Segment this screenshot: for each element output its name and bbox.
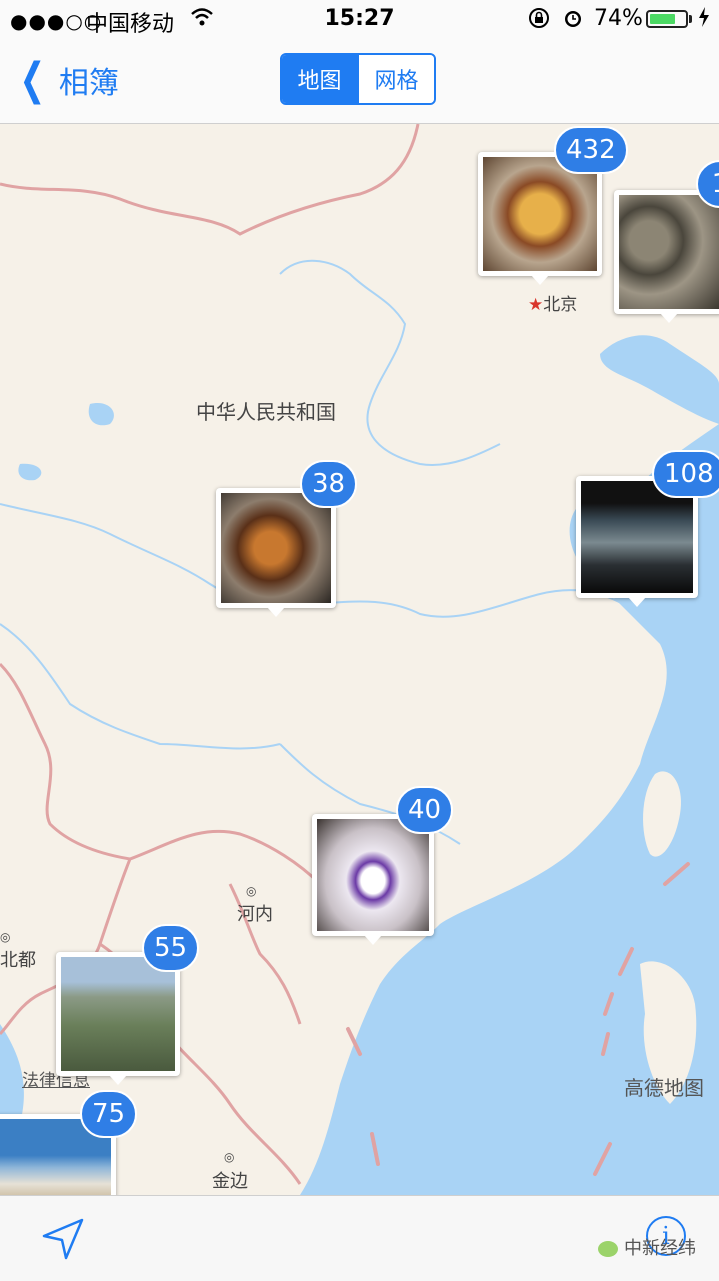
capital-star-icon: ★ bbox=[528, 295, 544, 315]
battery-percent: 74% bbox=[594, 6, 643, 31]
city-dot-icon: ◎ bbox=[224, 1150, 235, 1164]
back-button[interactable]: ❮ 相簿 bbox=[14, 58, 119, 102]
city-label-hanoi: 河内 bbox=[237, 904, 273, 925]
photo-count-badge: 432 bbox=[554, 126, 628, 174]
photo-count-badge: 55 bbox=[142, 924, 200, 972]
location-arrow-icon[interactable] bbox=[40, 1216, 86, 1266]
capital-label: ★北京 bbox=[528, 290, 577, 315]
watermark-text: 中新经纬 bbox=[624, 1238, 696, 1259]
photo-count-badge: 75 bbox=[80, 1090, 138, 1138]
navigation-bar: ❮ 相簿 地图 网格 bbox=[0, 40, 719, 124]
status-bar: ●●●○○ 中国移动 15:27 74% bbox=[0, 0, 719, 40]
city-label-partial: 北都 bbox=[0, 950, 36, 971]
battery-icon bbox=[646, 10, 688, 28]
map-view[interactable]: 中华人民共和国 ★北京 ◎ 河内 ◎ 金边 ◎ 北都 法律信息 高德地图 432… bbox=[0, 124, 719, 1200]
chevron-left-icon: ❮ bbox=[19, 54, 46, 105]
bottom-toolbar: i 中新经纬 bbox=[0, 1195, 719, 1281]
rotation-lock-icon bbox=[528, 7, 550, 34]
capital-name: 北京 bbox=[543, 295, 578, 315]
country-label: 中华人民共和国 bbox=[196, 400, 336, 424]
battery-nub bbox=[689, 15, 692, 23]
photo-count-badge: 108 bbox=[652, 450, 719, 498]
segment-map[interactable]: 地图 bbox=[282, 55, 357, 103]
city-label-phnom-penh: 金边 bbox=[212, 1171, 248, 1192]
city-dot-icon: ◎ bbox=[246, 884, 257, 898]
view-segmented-control: 地图 网格 bbox=[280, 53, 436, 105]
segment-grid[interactable]: 网格 bbox=[357, 55, 434, 103]
photo-count-badge: 38 bbox=[300, 460, 358, 508]
photo-count-badge: 40 bbox=[396, 786, 454, 834]
alarm-icon bbox=[562, 7, 584, 34]
charging-icon bbox=[697, 6, 711, 33]
map-provider-logo: 高德地图 bbox=[624, 1076, 704, 1100]
city-dot-icon: ◎ bbox=[0, 930, 11, 944]
wechat-icon bbox=[598, 1241, 618, 1257]
watermark: 中新经纬 bbox=[598, 1234, 696, 1260]
photo-thumbnail bbox=[614, 190, 719, 323]
back-label: 相簿 bbox=[58, 66, 119, 101]
